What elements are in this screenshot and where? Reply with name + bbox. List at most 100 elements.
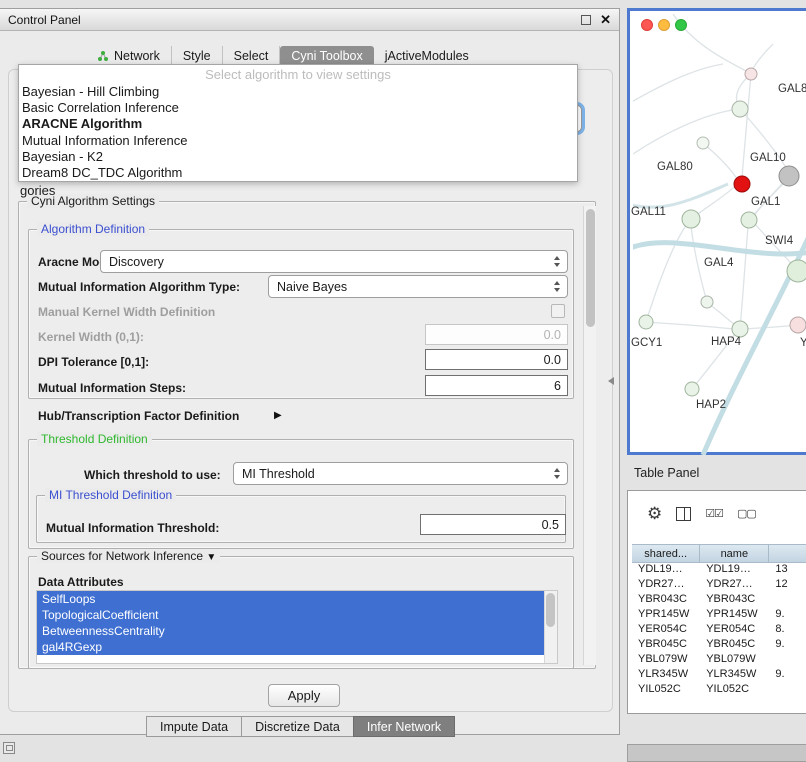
table-row[interactable]: YBR045C YBR045C 9.: [632, 636, 806, 651]
tab-discretize-data[interactable]: Discretize Data: [241, 716, 354, 737]
hub-expander-icon[interactable]: ▶: [274, 410, 282, 421]
node[interactable]: [790, 317, 806, 333]
cell[interactable]: YDL19…: [632, 563, 700, 575]
cell[interactable]: YDR27…: [632, 578, 700, 590]
scrollbar-thumb[interactable]: [546, 593, 555, 627]
node[interactable]: [682, 210, 700, 228]
column-header-shared[interactable]: shared...: [632, 545, 700, 562]
cell[interactable]: 12: [769, 578, 806, 590]
scrollbar-thumb[interactable]: [586, 209, 595, 327]
cell[interactable]: YDL19…: [700, 563, 769, 575]
node-label[interactable]: GCY1: [631, 337, 662, 349]
tab-cyni-toolbox[interactable]: Cyni Toolbox: [280, 46, 373, 66]
cell[interactable]: YBL079W: [700, 653, 769, 665]
show-unselected-icon[interactable]: ▢▢: [737, 507, 756, 520]
table-row[interactable]: YLR345W YLR345W 9.: [632, 666, 806, 681]
cell[interactable]: 13: [769, 563, 806, 575]
tab-jactivemodules[interactable]: jActiveModules: [374, 46, 480, 66]
dropdown-item[interactable]: Basic Correlation Inference: [19, 100, 577, 116]
tab-impute-data[interactable]: Impute Data: [146, 716, 242, 737]
node-label[interactable]: Y: [800, 337, 806, 349]
cell[interactable]: YLR345W: [632, 668, 700, 680]
manual-kernel-checkbox[interactable]: [551, 304, 565, 318]
node-label[interactable]: HAP2: [696, 399, 726, 411]
kernel-width-field[interactable]: 0.0: [425, 324, 568, 345]
node-label[interactable]: GAL4: [704, 257, 733, 269]
gear-icon[interactable]: ⚙: [647, 505, 662, 522]
sources-expander-icon[interactable]: ▼: [206, 552, 216, 563]
node[interactable]: [732, 321, 748, 337]
attribute-item-selected[interactable]: BetweennessCentrality: [37, 623, 545, 639]
cell[interactable]: YBR045C: [700, 638, 769, 650]
table-row[interactable]: YDL19… YDL19… 13: [632, 561, 806, 576]
node[interactable]: [685, 382, 699, 396]
node-label[interactable]: GAL8: [778, 83, 806, 95]
cell[interactable]: 9.: [769, 638, 806, 650]
column-header-extra[interactable]: [769, 545, 806, 562]
cell[interactable]: YBR043C: [632, 593, 700, 605]
attribute-item-selected[interactable]: gal4RGexp: [37, 639, 545, 655]
dropdown-item[interactable]: Bayesian - Hill Climbing: [19, 84, 577, 100]
mi-type-combobox[interactable]: Naive Bayes: [268, 275, 568, 298]
node[interactable]: [741, 212, 757, 228]
mi-threshold-field[interactable]: 0.5: [420, 514, 566, 535]
node-label[interactable]: SWI4: [765, 235, 793, 247]
cell[interactable]: YPR145W: [632, 608, 700, 620]
attribute-list-scrollbar[interactable]: [544, 591, 557, 663]
minimize-window-button[interactable]: [658, 19, 670, 31]
tab-select[interactable]: Select: [223, 46, 281, 66]
table-row[interactable]: YBR043C YBR043C: [632, 591, 806, 606]
columns-icon[interactable]: [676, 507, 691, 521]
node[interactable]: [732, 101, 748, 117]
aracne-mode-combobox[interactable]: Discovery: [100, 250, 568, 273]
cell[interactable]: YER054C: [632, 623, 700, 635]
node-label[interactable]: GAL80: [657, 161, 693, 173]
cell[interactable]: 9.: [769, 608, 806, 620]
dpi-tolerance-field[interactable]: 0.0: [425, 349, 568, 370]
close-icon[interactable]: ✕: [600, 13, 611, 26]
cell[interactable]: YBL079W: [632, 653, 700, 665]
mi-steps-field[interactable]: 6: [425, 375, 568, 396]
node-gray[interactable]: [779, 166, 799, 186]
table-row[interactable]: YER054C YER054C 8.: [632, 621, 806, 636]
cell[interactable]: YPR145W: [700, 608, 769, 620]
node-label[interactable]: GAL11: [631, 206, 666, 218]
table-row[interactable]: YPR145W YPR145W 9.: [632, 606, 806, 621]
dropdown-item[interactable]: Mutual Information Inference: [19, 133, 577, 149]
node-label[interactable]: GAL1: [751, 196, 780, 208]
cell[interactable]: YER054C: [700, 623, 769, 635]
node[interactable]: [697, 137, 709, 149]
attribute-item-selected[interactable]: SelfLoops: [37, 591, 545, 607]
column-header-name[interactable]: name: [700, 545, 769, 562]
cell[interactable]: 9.: [769, 668, 806, 680]
tab-style[interactable]: Style: [172, 46, 223, 66]
attribute-item-selected[interactable]: TopologicalCoefficient: [37, 607, 545, 623]
node[interactable]: [787, 260, 806, 282]
cell[interactable]: YIL052C: [700, 683, 769, 695]
dropdown-item[interactable]: Dream8 DC_TDC Algorithm: [19, 165, 577, 181]
tab-infer-network[interactable]: Infer Network: [353, 716, 455, 737]
cell[interactable]: YBR043C: [700, 593, 769, 605]
node-label[interactable]: HAP4: [711, 336, 741, 348]
cell[interactable]: YLR345W: [700, 668, 769, 680]
show-selected-icon[interactable]: ☑☑: [705, 507, 723, 520]
zoom-window-button[interactable]: [675, 19, 687, 31]
node[interactable]: [701, 296, 713, 308]
table-row[interactable]: YBL079W YBL079W: [632, 651, 806, 666]
dropdown-item[interactable]: Bayesian - K2: [19, 149, 577, 165]
apply-button[interactable]: Apply: [268, 684, 340, 707]
close-window-button[interactable]: [641, 19, 653, 31]
node[interactable]: [639, 315, 653, 329]
cell[interactable]: 8.: [769, 623, 806, 635]
panel-collapse-handle-icon[interactable]: [608, 377, 614, 385]
cell[interactable]: YIL052C: [632, 683, 700, 695]
node[interactable]: [745, 68, 757, 80]
table-row[interactable]: YIL052C YIL052C: [632, 681, 806, 696]
float-panel-icon[interactable]: [581, 15, 591, 25]
dropdown-item-selected[interactable]: ARACNE Algorithm: [19, 116, 577, 132]
cell[interactable]: YBR045C: [632, 638, 700, 650]
restore-panel-icon[interactable]: [3, 742, 15, 754]
which-threshold-combobox[interactable]: MI Threshold: [233, 462, 568, 485]
settings-scrollbar[interactable]: [583, 206, 596, 665]
node-label[interactable]: GAL10: [750, 152, 786, 164]
